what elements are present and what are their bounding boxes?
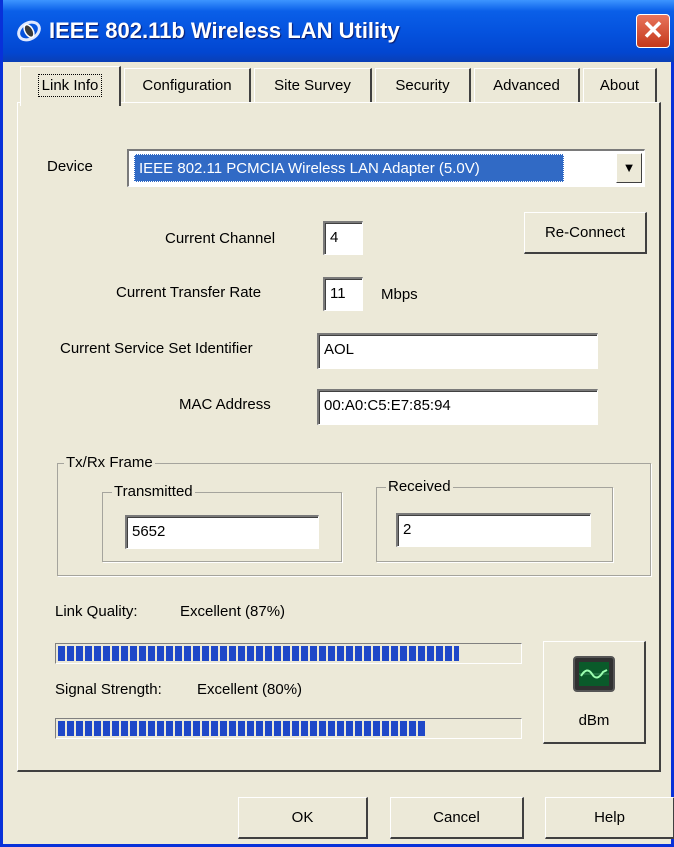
transmitted-field: 5652 <box>125 515 319 549</box>
tab-label: Security <box>395 77 450 94</box>
tab-security[interactable]: Security <box>375 68 471 102</box>
transfer-rate-field: 11 <box>323 277 363 311</box>
transfer-rate-unit: Mbps <box>381 286 418 303</box>
link-quality-fill <box>58 646 460 661</box>
link-quality-label: Link Quality: <box>55 603 138 620</box>
tab-advanced[interactable]: Advanced <box>474 68 580 102</box>
signal-wave-icon <box>579 669 609 679</box>
ok-button[interactable]: OK <box>238 797 368 839</box>
chevron-down-icon[interactable]: ▼ <box>616 153 642 183</box>
device-label: Device <box>47 158 93 175</box>
monitor-screen <box>579 662 609 686</box>
mac-address-field: 00:A0:C5:E7:85:94 <box>317 389 598 425</box>
tab-label: Site Survey <box>274 77 351 94</box>
tab-site-survey[interactable]: Site Survey <box>254 68 372 102</box>
dbm-button[interactable]: dBm <box>543 641 646 744</box>
received-field: 2 <box>396 513 591 547</box>
signal-monitor-icon <box>573 656 615 692</box>
tab-label: About <box>599 77 640 94</box>
main-window: IEEE 802.11b Wireless LAN Utility ✕ Link… <box>0 0 674 847</box>
close-icon: ✕ <box>642 15 664 45</box>
wireless-app-icon <box>17 20 41 42</box>
window-title: IEEE 802.11b Wireless LAN Utility <box>49 18 400 43</box>
signal-strength-label: Signal Strength: <box>55 681 162 698</box>
txrx-frame-label: Tx/Rx Frame <box>64 454 155 471</box>
current-channel-field: 4 <box>323 221 363 255</box>
signal-strength-fill <box>58 721 427 736</box>
help-button[interactable]: Help <box>545 797 674 839</box>
title-bar[interactable]: IEEE 802.11b Wireless LAN Utility ✕ <box>3 0 674 62</box>
tab-link-info[interactable]: Link Info <box>20 66 121 106</box>
transfer-rate-label: Current Transfer Rate <box>116 284 262 301</box>
ssid-field: AOL <box>317 333 598 369</box>
ssid-label: Current Service Set Identifier <box>60 340 253 357</box>
device-select[interactable]: IEEE 802.11 PCMCIA Wireless LAN Adapter … <box>127 149 645 187</box>
transmitted-label: Transmitted <box>112 483 195 500</box>
tab-configuration[interactable]: Configuration <box>124 68 251 102</box>
tab-label: Configuration <box>142 77 232 94</box>
device-select-value: IEEE 802.11 PCMCIA Wireless LAN Adapter … <box>134 154 564 182</box>
close-button[interactable]: ✕ <box>636 14 670 48</box>
dbm-button-label: dBm <box>578 712 610 729</box>
mac-address-label: MAC Address <box>179 396 271 413</box>
tab-about[interactable]: About <box>583 68 657 102</box>
tab-label: Link Info <box>37 74 103 97</box>
tab-label: Advanced <box>493 77 560 94</box>
cancel-button[interactable]: Cancel <box>390 797 524 839</box>
signal-strength-value: Excellent (80%) <box>197 681 303 698</box>
current-channel-label: Current Channel <box>165 230 276 247</box>
received-label: Received <box>386 478 453 495</box>
signal-strength-bar <box>55 718 522 739</box>
link-quality-value: Excellent (87%) <box>180 603 286 620</box>
link-quality-bar <box>55 643 522 664</box>
reconnect-button[interactable]: Re-Connect <box>524 212 647 254</box>
